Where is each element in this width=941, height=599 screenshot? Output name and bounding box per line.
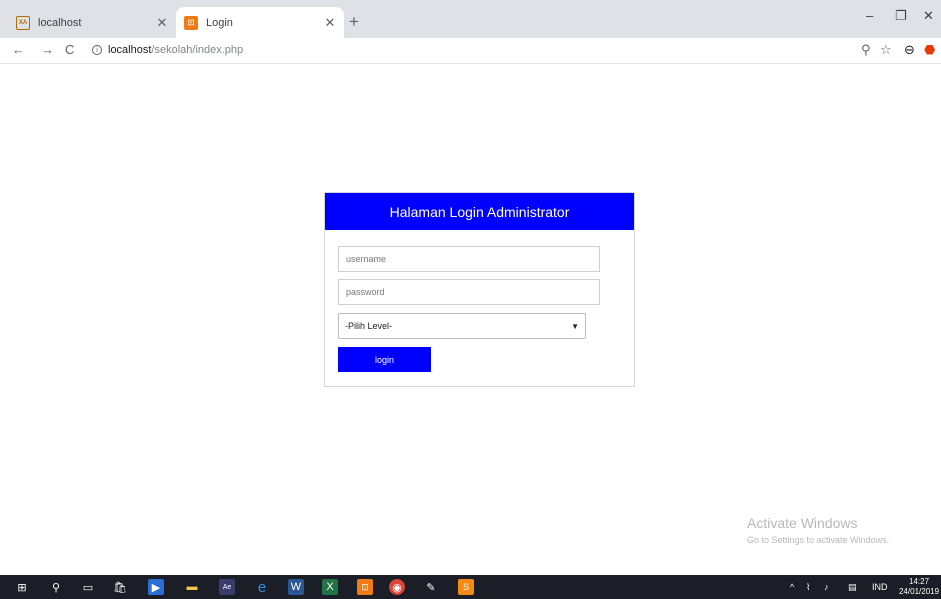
- minimize-icon[interactable]: –: [866, 8, 873, 23]
- dropdown-arrow-icon: ▼: [571, 322, 579, 331]
- address-bar-row: ← → C i localhost/sekolah/index.php ⚲ ☆ …: [0, 38, 941, 64]
- login-page-icon: ⊡: [184, 15, 198, 30]
- zoom-icon[interactable]: ⚲: [861, 42, 871, 58]
- forward-arrow-icon[interactable]: →: [41, 42, 54, 57]
- url-field[interactable]: i localhost/sekolah/index.php: [92, 44, 243, 56]
- profile-icon[interactable]: ⊖: [904, 42, 915, 58]
- search-icon[interactable]: ⚲: [48, 579, 64, 595]
- browser-tab-bar: XA localhost ✕ ⊡ Login ✕ + – ❐ ✕: [0, 0, 941, 38]
- url-path: /sekolah/index.php: [151, 44, 244, 56]
- edge-icon[interactable]: e: [254, 579, 270, 596]
- network-icon[interactable]: ⌇: [806, 582, 810, 593]
- new-tab-icon[interactable]: +: [349, 13, 359, 30]
- word-icon[interactable]: W: [288, 579, 304, 595]
- tab-login[interactable]: ⊡ Login ✕: [176, 7, 344, 38]
- login-header: Halaman Login Administrator: [325, 193, 634, 230]
- activation-watermark-title: Activate Windows: [747, 515, 858, 531]
- volume-icon[interactable]: ♪: [824, 582, 829, 592]
- xampp-taskbar-icon[interactable]: ⊡: [357, 579, 373, 595]
- language-indicator[interactable]: IND: [872, 582, 888, 592]
- level-select-value: -Pilih Level-: [345, 321, 393, 331]
- restore-icon[interactable]: ❐: [895, 8, 907, 24]
- task-view-icon[interactable]: ▭: [80, 579, 96, 595]
- reload-icon[interactable]: C: [65, 42, 74, 57]
- after-effects-icon[interactable]: Ae: [219, 579, 235, 595]
- system-clock[interactable]: 14:27 24/01/2019: [899, 577, 939, 597]
- close-window-icon[interactable]: ✕: [923, 8, 934, 24]
- tab-title: Login: [206, 16, 233, 29]
- back-arrow-icon[interactable]: ←: [12, 42, 25, 57]
- username-input[interactable]: [338, 246, 600, 272]
- media-player-icon[interactable]: ▶: [148, 579, 164, 595]
- close-tab-icon[interactable]: ✕: [154, 15, 170, 31]
- level-select[interactable]: -Pilih Level- ▼: [338, 313, 586, 339]
- windows-taskbar: ⊞ ⚲ ▭ 🛍 ▶ ▬ Ae e W X ⊡ ◉ ✎ S ^ ⌇ ♪ ▤ IND…: [0, 575, 941, 599]
- paint-icon[interactable]: ✎: [423, 579, 439, 595]
- password-input[interactable]: [338, 279, 600, 305]
- url-host: localhost: [108, 44, 152, 56]
- chrome-icon[interactable]: ◉: [389, 579, 405, 595]
- tab-title: localhost: [38, 16, 82, 29]
- login-button[interactable]: login: [338, 347, 431, 372]
- excel-icon[interactable]: X: [322, 579, 338, 595]
- login-panel: Halaman Login Administrator -Pilih Level…: [324, 192, 635, 387]
- tab-localhost[interactable]: XA localhost ✕: [8, 7, 176, 38]
- file-explorer-icon[interactable]: ▬: [184, 579, 200, 595]
- bookmark-star-icon[interactable]: ☆: [880, 42, 892, 58]
- sublime-icon[interactable]: S: [458, 579, 474, 595]
- extension-icon[interactable]: ⬣: [924, 42, 935, 58]
- close-tab-icon[interactable]: ✕: [322, 15, 338, 31]
- store-icon[interactable]: 🛍: [112, 579, 128, 595]
- tray-chevron-icon[interactable]: ^: [790, 582, 794, 592]
- activation-watermark-subtitle: Go to Settings to activate Windows.: [747, 535, 890, 545]
- notification-icon[interactable]: ▤: [848, 582, 857, 593]
- info-icon[interactable]: i: [92, 45, 102, 55]
- clock-time: 14:27: [909, 577, 930, 586]
- start-menu-icon[interactable]: ⊞: [14, 579, 30, 595]
- xampp-icon: XA: [16, 15, 30, 30]
- clock-date: 24/01/2019: [899, 587, 940, 596]
